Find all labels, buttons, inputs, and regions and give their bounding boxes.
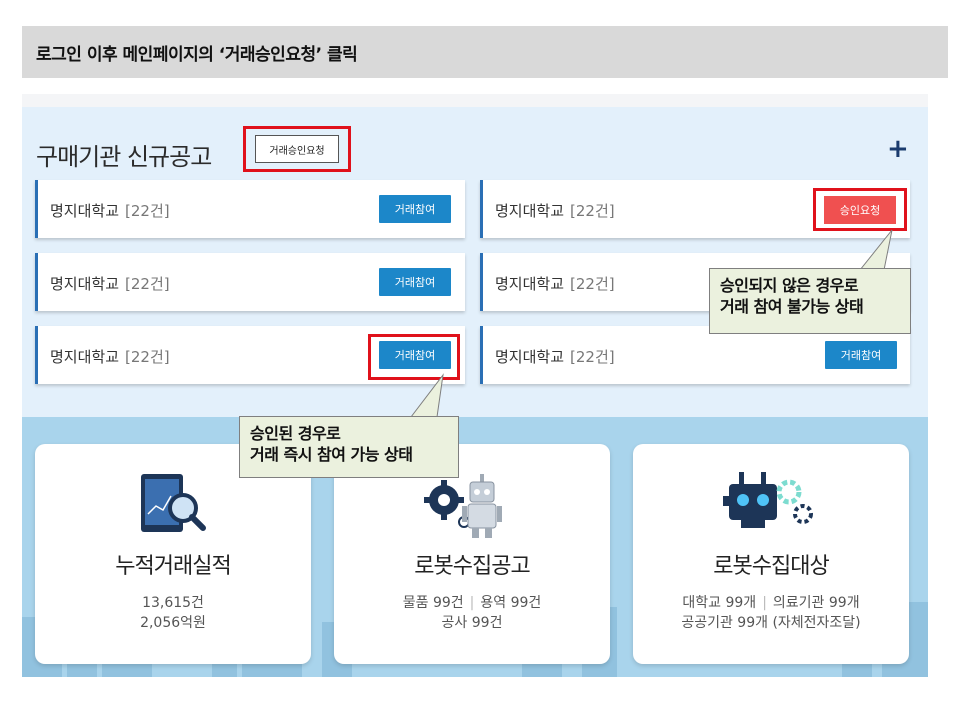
callout-not-approved: 승인되지 않은 경우로 거래 참여 불가능 상태: [709, 268, 911, 334]
card-count: [22건]: [125, 202, 170, 220]
notice-card[interactable]: 명지대학교 [22건] 거래참여: [480, 326, 910, 384]
section-title: 구매기관 신규공고: [36, 143, 212, 171]
frame-top-strip: [22, 94, 928, 107]
stat-value: 대학교 99개: [682, 595, 757, 611]
card-count: [22건]: [125, 348, 170, 366]
stat-value: 2,056억원: [140, 615, 206, 631]
slide-instruction-bar: 로그인 이후 메인페이지의 ‘거래승인요청’ 클릭: [22, 26, 948, 78]
card-count: [22건]: [570, 275, 615, 293]
card-org-name: 명지대학교: [495, 348, 565, 366]
card-count: [22건]: [570, 202, 615, 220]
stat-title: 로봇수집공고: [414, 554, 530, 579]
robot-face-icon: [723, 472, 813, 528]
card-count: [22건]: [570, 348, 615, 366]
stat-value: 공사 99건: [441, 615, 503, 631]
notice-card[interactable]: 명지대학교 [22건] 거래참여: [35, 253, 465, 311]
card-org-name: 명지대학교: [495, 202, 565, 220]
card-org-name: 명지대학교: [50, 202, 120, 220]
join-button[interactable]: 거래참여: [379, 195, 451, 223]
stat-title: 로봇수집대상: [713, 554, 829, 579]
stat-value: 의료기관 99개: [772, 595, 860, 611]
stat-value: 공공기관 99개 (자체전자조달): [681, 615, 861, 631]
screenshot-frame: 구매기관 신규공고 거래승인요청 + 명지대학교 [22건] 거래참여 명지대학교…: [22, 94, 928, 677]
slide-instruction: 로그인 이후 메인페이지의 ‘거래승인요청’ 클릭: [36, 44, 358, 65]
plus-icon[interactable]: +: [887, 134, 909, 164]
join-button[interactable]: 거래참여: [379, 268, 451, 296]
highlight-approve-request: [813, 188, 907, 231]
robot-gear-icon: [424, 474, 502, 538]
callout-approved: 승인된 경우로 거래 즉시 참여 가능 상태: [239, 416, 459, 478]
stat-value: 용역 99건: [480, 595, 542, 611]
stat-card-robot-targets[interactable]: 로봇수집대상 대학교 99개 | 의료기관 99개 공공기관 99개 (자체전자조달…: [633, 444, 909, 664]
tablet-chart-search-icon: [141, 474, 206, 532]
card-count: [22건]: [125, 275, 170, 293]
card-org-name: 명지대학교: [495, 275, 565, 293]
highlight-approval-request: [243, 126, 351, 172]
card-org-name: 명지대학교: [50, 348, 120, 366]
stat-title: 누적거래실적: [115, 554, 231, 579]
notice-card[interactable]: 명지대학교 [22건] 거래참여: [35, 180, 465, 238]
card-org-name: 명지대학교: [50, 275, 120, 293]
stat-value: 물품 99건: [402, 595, 464, 611]
join-button[interactable]: 거래참여: [825, 341, 897, 369]
stat-value: 13,615건: [142, 595, 204, 611]
